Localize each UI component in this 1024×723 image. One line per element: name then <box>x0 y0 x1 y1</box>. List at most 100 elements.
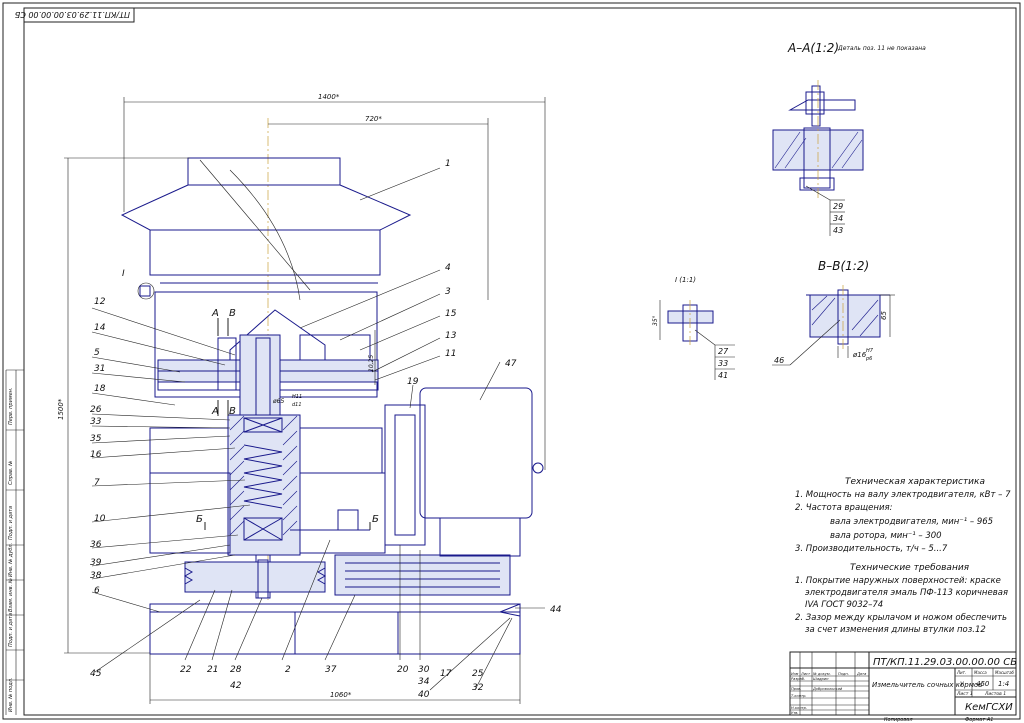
strip-label-5: Взам. инв. № <box>8 578 14 612</box>
pos-19: 19 <box>407 377 419 387</box>
detail-label-33: 33 <box>718 359 728 368</box>
dim-1060-text: 1060* <box>330 691 352 699</box>
fit-d11: d11 <box>292 402 302 408</box>
pos-33: 33 <box>90 417 102 427</box>
strip-label-1: Перв. примен. <box>8 387 14 425</box>
detail-dim: 35° <box>652 315 659 326</box>
section-aa-note: Деталь поз. 11 не показана <box>837 45 926 52</box>
req-line-3: IVA ГОСТ 9032–74 <box>805 600 883 610</box>
detail-title: I (1:1) <box>675 276 696 284</box>
mark-a-bottom: А <box>211 406 219 417</box>
req-line-1: 1. Покрытие наружных поверхностей: краск… <box>795 576 1001 586</box>
bb-side-dim: 65 <box>880 311 888 320</box>
strip-label-3: Подп. и дата <box>8 506 14 540</box>
mark-b-right: Б <box>372 514 379 525</box>
detail-label-41: 41 <box>718 371 728 380</box>
electric-motor <box>419 387 533 519</box>
pos-35: 35 <box>90 434 102 444</box>
tech-requirements: Технические требования 1. Покрытие наруж… <box>795 563 1008 635</box>
role-tkontr: Т.контр. <box>791 694 807 698</box>
col-sign: Подп. <box>838 672 849 676</box>
aa-label-34: 34 <box>833 214 843 223</box>
specs-line-3: вала электродвигателя, мин⁻¹ – 965 <box>830 517 993 527</box>
pos-10: 10 <box>94 514 106 524</box>
pos-7: 7 <box>94 478 100 488</box>
pos-45: 45 <box>90 669 102 679</box>
pos-18: 18 <box>94 384 106 394</box>
pos-1: 1 <box>445 159 451 169</box>
pos-3: 3 <box>445 287 451 297</box>
tb-scale-label: Масштаб <box>995 670 1015 675</box>
pos-14: 14 <box>94 323 106 333</box>
pos-4: 4 <box>445 263 451 273</box>
name-razrab: Шадрин <box>813 677 829 681</box>
mark-detail: I <box>122 269 125 279</box>
tb-copied: Копировал <box>884 717 913 723</box>
section-bb: В–В(1:2) 65 ø16 H7 р6 46 <box>772 259 895 366</box>
dim-720-text: 720* <box>365 115 382 123</box>
mark-b-top: В <box>229 308 236 319</box>
fit-h11: H11 <box>292 394 302 400</box>
tb-title: Измельчитель сочных кормов <box>872 681 982 689</box>
role-prov: Пров. <box>791 687 801 691</box>
pos-15: 15 <box>445 309 457 319</box>
req-line-5: за счет изменения длины втулки поз.12 <box>805 625 986 635</box>
positions-left: 12 14 5 31 18 26 33 35 16 7 10 36 39 38 … <box>90 297 106 596</box>
col-doc: № докум. <box>812 672 831 676</box>
pos-39: 39 <box>90 558 102 568</box>
pos-20: 20 <box>397 665 409 675</box>
pos-38: 38 <box>90 571 102 581</box>
req-line-2: электродвигателя эмаль ПФ-113 коричневая <box>805 588 1008 598</box>
role-razrab: Разраб. <box>791 677 805 681</box>
mark-b-bottom: В <box>229 406 236 417</box>
req-line-4: 2. Зазор между крылачом и ножом обеспечи… <box>795 613 1007 623</box>
pos-42: 42 <box>230 681 242 691</box>
dim-1500-text: 1500* <box>57 398 65 420</box>
role-utv: Утв. <box>791 711 799 715</box>
pos-22: 22 <box>180 665 192 675</box>
pos-17: 17 <box>440 669 452 679</box>
pos-13: 13 <box>445 331 457 341</box>
specs-title: Техническая характеристика <box>845 477 985 487</box>
tb-sheet: Лист 1 <box>956 691 973 697</box>
pos-2: 2 <box>285 665 291 675</box>
pos-6: 6 <box>94 586 100 596</box>
tb-organization: КемГСХИ <box>965 702 1013 713</box>
tb-designation: ПТ/КП.11.29.03.00.00.00 СБ <box>873 657 1017 668</box>
role-nkontr: Н.контр. <box>791 706 807 710</box>
pos-40: 40 <box>418 690 430 700</box>
tb-lit-label: Лит. <box>956 670 966 675</box>
dim-1400-text: 1400* <box>318 93 340 101</box>
col-date: Дата <box>856 672 866 676</box>
strip-label-4: Инв. № дубл. <box>8 543 14 577</box>
bb-dim: ø16 <box>852 351 867 359</box>
strip-label-7: Инв. № подл. <box>8 678 14 713</box>
strip-label-2: Справ. № <box>8 461 14 485</box>
assembly-drawing: ПТ/КП.11.29.03.00.00.00 СБ Перв. примен.… <box>2 2 1021 723</box>
stamp-rotated-text: ПТ/КП.11.29.03.00.00.00 СБ <box>14 10 130 19</box>
fit-diameter: ø65 <box>272 398 284 405</box>
pos-36: 36 <box>90 540 102 550</box>
aa-label-29: 29 <box>833 202 843 211</box>
motor-flange <box>384 404 426 546</box>
tb-mass: 450 <box>976 680 990 688</box>
pos-34: 34 <box>418 677 430 687</box>
section-bb-title: В–В(1:2) <box>818 259 869 273</box>
tb-scale: 1:4 <box>998 680 1009 688</box>
hopper-cone <box>120 157 412 231</box>
motor-pulley <box>334 554 511 596</box>
pos-11: 11 <box>445 349 456 359</box>
name-prov: Добровольский <box>812 687 843 691</box>
tb-sheets: Листов 1 <box>984 691 1006 697</box>
bb-fit-r: р6 <box>865 356 872 362</box>
aa-label-43: 43 <box>833 226 843 235</box>
tb-mass-label: Масса <box>974 670 987 675</box>
specs-line-4: вала ротора, мин⁻¹ – 300 <box>830 531 942 541</box>
dim-gap-text: 10,25 <box>368 355 375 372</box>
specs-line-1: 1. Мощность на валу электродвигателя, кВ… <box>795 490 1011 500</box>
detail-i: I (1:1) 35° 27 33 41 <box>652 276 735 380</box>
bb-fit-h: H7 <box>866 348 874 354</box>
pos-32: 32 <box>472 683 484 693</box>
tech-specs: Техническая характеристика 1. Мощность н… <box>795 477 1011 554</box>
strip-label-6: Подп. и дата <box>8 613 14 647</box>
